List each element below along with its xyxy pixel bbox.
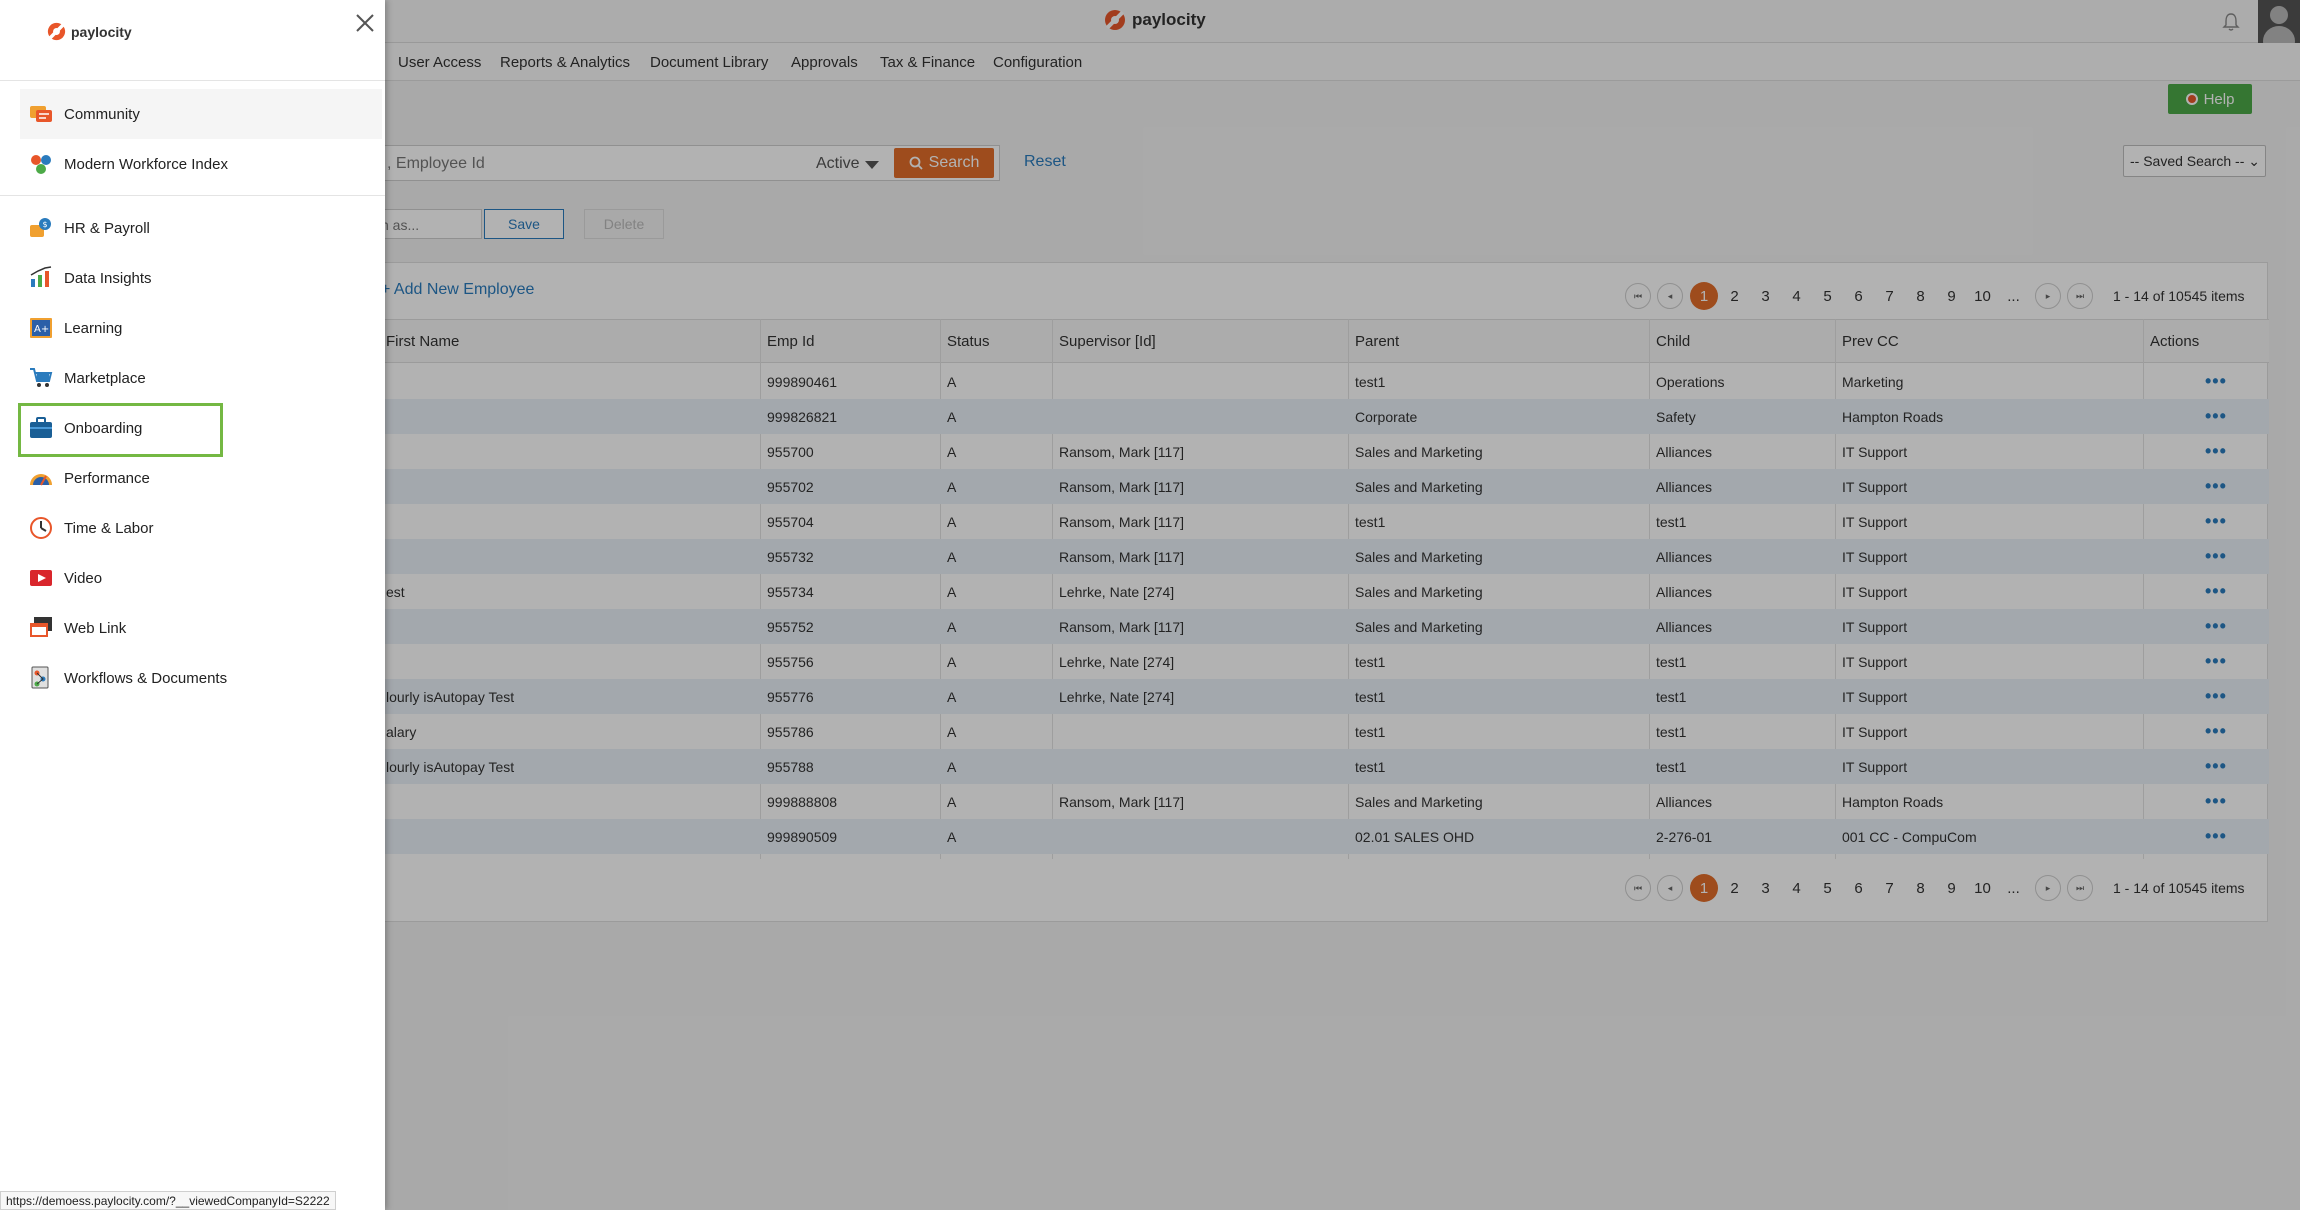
menu-item-marketplace[interactable]: Marketplace bbox=[20, 353, 382, 403]
drawer-brand-name: paylocity bbox=[71, 23, 132, 40]
onboarding-highlight-box bbox=[18, 403, 223, 457]
web-link-icon bbox=[30, 617, 52, 637]
menu-item-label: Performance bbox=[64, 469, 150, 487]
menu-item-data-insights[interactable]: Data Insights bbox=[20, 253, 382, 303]
menu-item-modern-workforce-index[interactable]: Modern Workforce Index bbox=[20, 139, 382, 189]
video-icon bbox=[30, 570, 52, 586]
data-insights-icon bbox=[30, 266, 52, 287]
menu-item-label: Data Insights bbox=[64, 269, 152, 287]
modern-workforce-index-icon bbox=[31, 155, 51, 174]
menu-item-web-link[interactable]: Web Link bbox=[20, 603, 382, 653]
community-icon bbox=[30, 106, 52, 122]
app-switcher-drawer: paylocity Community Modern Workforce Inde… bbox=[0, 0, 385, 1210]
performance-icon bbox=[30, 474, 52, 486]
workflows-documents-icon bbox=[31, 666, 49, 689]
close-icon[interactable] bbox=[352, 10, 378, 36]
marketplace-icon bbox=[30, 368, 53, 387]
menu-item-time-labor[interactable]: Time & Labor bbox=[20, 503, 382, 553]
svg-text:A+: A+ bbox=[34, 324, 49, 335]
drawer-brand-logo: paylocity bbox=[47, 22, 132, 41]
time-labor-icon bbox=[30, 517, 52, 539]
status-bar-url: https://demoess.paylocity.com/?__viewedC… bbox=[0, 1191, 336, 1210]
menu-item-learning[interactable]: A+ Learning bbox=[20, 303, 382, 353]
svg-text:$: $ bbox=[43, 220, 48, 229]
menu-item-label: Web Link bbox=[64, 619, 127, 637]
menu-item-label: Workflows & Documents bbox=[64, 669, 228, 687]
menu-item-label: Video bbox=[64, 569, 103, 587]
menu-item-workflows-documents[interactable]: Workflows & Documents bbox=[20, 653, 382, 703]
paylocity-logo-icon bbox=[47, 22, 66, 41]
menu-item-label: Learning bbox=[64, 319, 123, 337]
learning-icon: A+ bbox=[30, 318, 52, 338]
menu-item-performance[interactable]: Performance bbox=[20, 453, 382, 503]
menu-item-label: Modern Workforce Index bbox=[64, 155, 228, 173]
menu-item-video[interactable]: Video bbox=[20, 553, 382, 603]
menu-item-label: Marketplace bbox=[64, 369, 146, 387]
hr-payroll-icon: $ bbox=[30, 218, 51, 237]
menu-item-label: Time & Labor bbox=[64, 519, 154, 537]
menu-item-label: Community bbox=[64, 105, 140, 123]
menu-item-label: HR & Payroll bbox=[64, 219, 150, 237]
menu-item-community[interactable]: Community bbox=[20, 89, 382, 139]
menu-item-hr-payroll[interactable]: $ HR & Payroll bbox=[20, 203, 382, 253]
